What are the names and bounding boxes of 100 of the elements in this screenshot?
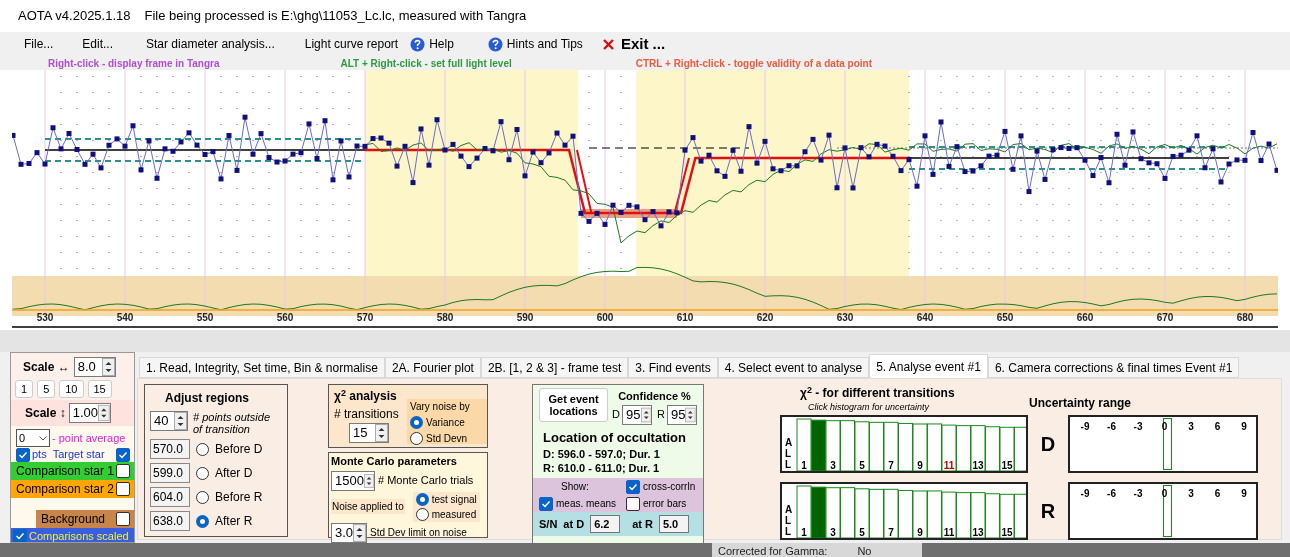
text-field[interactable]: 638.0 <box>150 511 190 531</box>
number-field[interactable]: 15 <box>349 423 389 443</box>
checkbox[interactable] <box>116 512 130 526</box>
text-field[interactable]: 604.0 <box>150 487 190 507</box>
scale-preset-button[interactable]: 10 <box>59 380 84 398</box>
get-event-locations-button[interactable]: Get event locations <box>539 388 609 422</box>
menu-item[interactable]: Light curve report <box>304 35 399 53</box>
window-title: AOTA v4.2025.1.18 <box>18 7 131 26</box>
radio-button[interactable] <box>196 466 209 480</box>
tab[interactable]: 1. Read, Integrity, Set time, Bin & normalise <box>139 357 385 378</box>
window-subtitle: File being processed is E:\ghg\11053_Lc.lc, measured with Tangra <box>144 7 527 26</box>
number-field[interactable]: 1.00 <box>68 403 111 423</box>
checkbox[interactable] <box>539 496 553 511</box>
menu-item[interactable]: Help <box>410 35 454 53</box>
radio-button[interactable] <box>196 490 209 504</box>
row-label: R <box>1039 499 1057 524</box>
axis-label: 7 <box>887 527 895 538</box>
histogram-subtitle: Click histogram for uncertainty <box>808 402 930 412</box>
histogram-bar[interactable] <box>941 424 957 471</box>
checkbox[interactable] <box>116 482 130 496</box>
number-field[interactable]: 1500 <box>331 470 375 491</box>
section-title: Location of occultation <box>542 428 687 447</box>
spinner-arrows-icon[interactable] <box>375 424 388 442</box>
checkbox-label: error bars <box>643 497 687 511</box>
histogram-bar[interactable] <box>941 491 957 538</box>
histogram-bar[interactable] <box>999 493 1015 538</box>
checkmark-icon <box>18 449 28 460</box>
axis-label: -9 <box>1079 420 1091 434</box>
checkbox[interactable] <box>16 447 30 462</box>
number-field[interactable]: 95 <box>622 404 653 425</box>
radio-label: test signal <box>431 492 477 507</box>
number-field[interactable]: 95 <box>667 404 697 425</box>
checkbox-label: meas. means <box>556 497 617 511</box>
checkbox-label: Comparison star 2 <box>16 481 115 498</box>
spinner-arrows-icon[interactable] <box>640 405 652 424</box>
histogram-bar[interactable] <box>970 425 986 471</box>
radio-button[interactable] <box>415 507 429 521</box>
number-field[interactable]: 8.0 <box>73 357 116 377</box>
histogram-bar[interactable] <box>999 426 1015 471</box>
scale-preset-button[interactable]: 15 <box>87 380 112 398</box>
scale-preset-button[interactable]: 1 <box>15 380 34 398</box>
tab[interactable]: 2A. Fourier plot <box>384 357 481 378</box>
uncertainty-chart[interactable]: -9 -6 -3 0 3 6 9 <box>1068 415 1258 473</box>
axis-label: 640 <box>915 312 935 324</box>
tab[interactable]: 3. Find events <box>628 357 718 378</box>
menu-item[interactable]: Edit... <box>82 35 114 53</box>
axis-label: 570 <box>355 312 375 324</box>
radio-button[interactable] <box>415 492 429 506</box>
tab[interactable]: 6. Camera corrections & final times Event #1 <box>987 357 1240 378</box>
histogram-bar[interactable] <box>912 423 928 471</box>
text-field[interactable]: 599.0 <box>150 463 190 483</box>
histogram-bar[interactable] <box>912 490 928 538</box>
spinner-arrows-icon[interactable] <box>353 523 366 542</box>
hint-text: Right-click - display frame in Tangra <box>48 56 220 71</box>
text-field[interactable]: 570.0 <box>150 439 190 459</box>
axis-label: 15 <box>1000 527 1014 538</box>
uncertainty-chart[interactable]: -9 -6 -3 0 3 6 9 <box>1068 482 1258 540</box>
menu-item[interactable]: File... <box>24 35 54 53</box>
radio-button[interactable] <box>196 442 209 456</box>
axis-label: 11 <box>942 460 956 471</box>
histogram-bar[interactable] <box>970 492 986 538</box>
spinner-arrows-icon[interactable] <box>98 404 110 422</box>
tab[interactable]: 5. Analyse event #1 <box>869 354 988 378</box>
uncertainty-bar <box>1163 418 1172 470</box>
spinner-arrows-icon[interactable] <box>101 358 115 376</box>
checkbox[interactable] <box>626 479 640 494</box>
group-label: Show: <box>561 480 590 494</box>
field-label: # transitions <box>334 406 400 423</box>
dropdown[interactable]: 0 <box>16 429 50 447</box>
checkbox-label: Comparisons scaled <box>29 529 129 542</box>
tab[interactable]: 4. Select event to analyse <box>717 357 870 378</box>
menu-item[interactable]: Hints and Tips <box>487 35 583 53</box>
radio-button[interactable] <box>410 432 423 445</box>
histogram-chart[interactable]: ALL 1 3 5 7 9 11 13 15 <box>780 415 1028 473</box>
menu-item[interactable]: Exit ... <box>602 32 666 56</box>
checkbox[interactable] <box>116 464 130 478</box>
axis-label: 3 <box>829 460 837 471</box>
spinner-arrows-icon[interactable] <box>174 412 187 430</box>
axis-label: 9 <box>1240 420 1248 434</box>
axis-label: 7 <box>887 460 895 471</box>
checkbox[interactable] <box>626 496 640 511</box>
menu-item[interactable]: Star diameter analysis... <box>146 35 275 53</box>
axis-label: 650 <box>995 312 1015 324</box>
histogram-chart[interactable]: ALL 1 3 5 7 9 11 13 15 <box>780 482 1028 540</box>
light-curve-plot[interactable] <box>12 70 1278 328</box>
spinner-arrows-icon[interactable] <box>685 405 696 424</box>
checkbox[interactable] <box>116 447 130 462</box>
number-field[interactable]: 40 <box>150 411 188 431</box>
scale-preset-button[interactable]: 5 <box>37 380 56 398</box>
radio-button[interactable] <box>196 514 209 528</box>
checkmark-icon <box>118 449 128 460</box>
tab[interactable]: 2B. [1, 2 & 3] - frame test <box>480 357 629 378</box>
axis-label: -6 <box>1106 420 1117 434</box>
checkbox[interactable] <box>13 529 27 542</box>
help-icon <box>410 36 426 52</box>
panel-title: χ$^{2}$ analysis <box>334 387 398 405</box>
radio-label: After R <box>215 513 253 530</box>
radio-button[interactable] <box>410 416 423 429</box>
help-icon <box>487 36 503 52</box>
number-field[interactable]: 3.0 <box>331 522 367 543</box>
